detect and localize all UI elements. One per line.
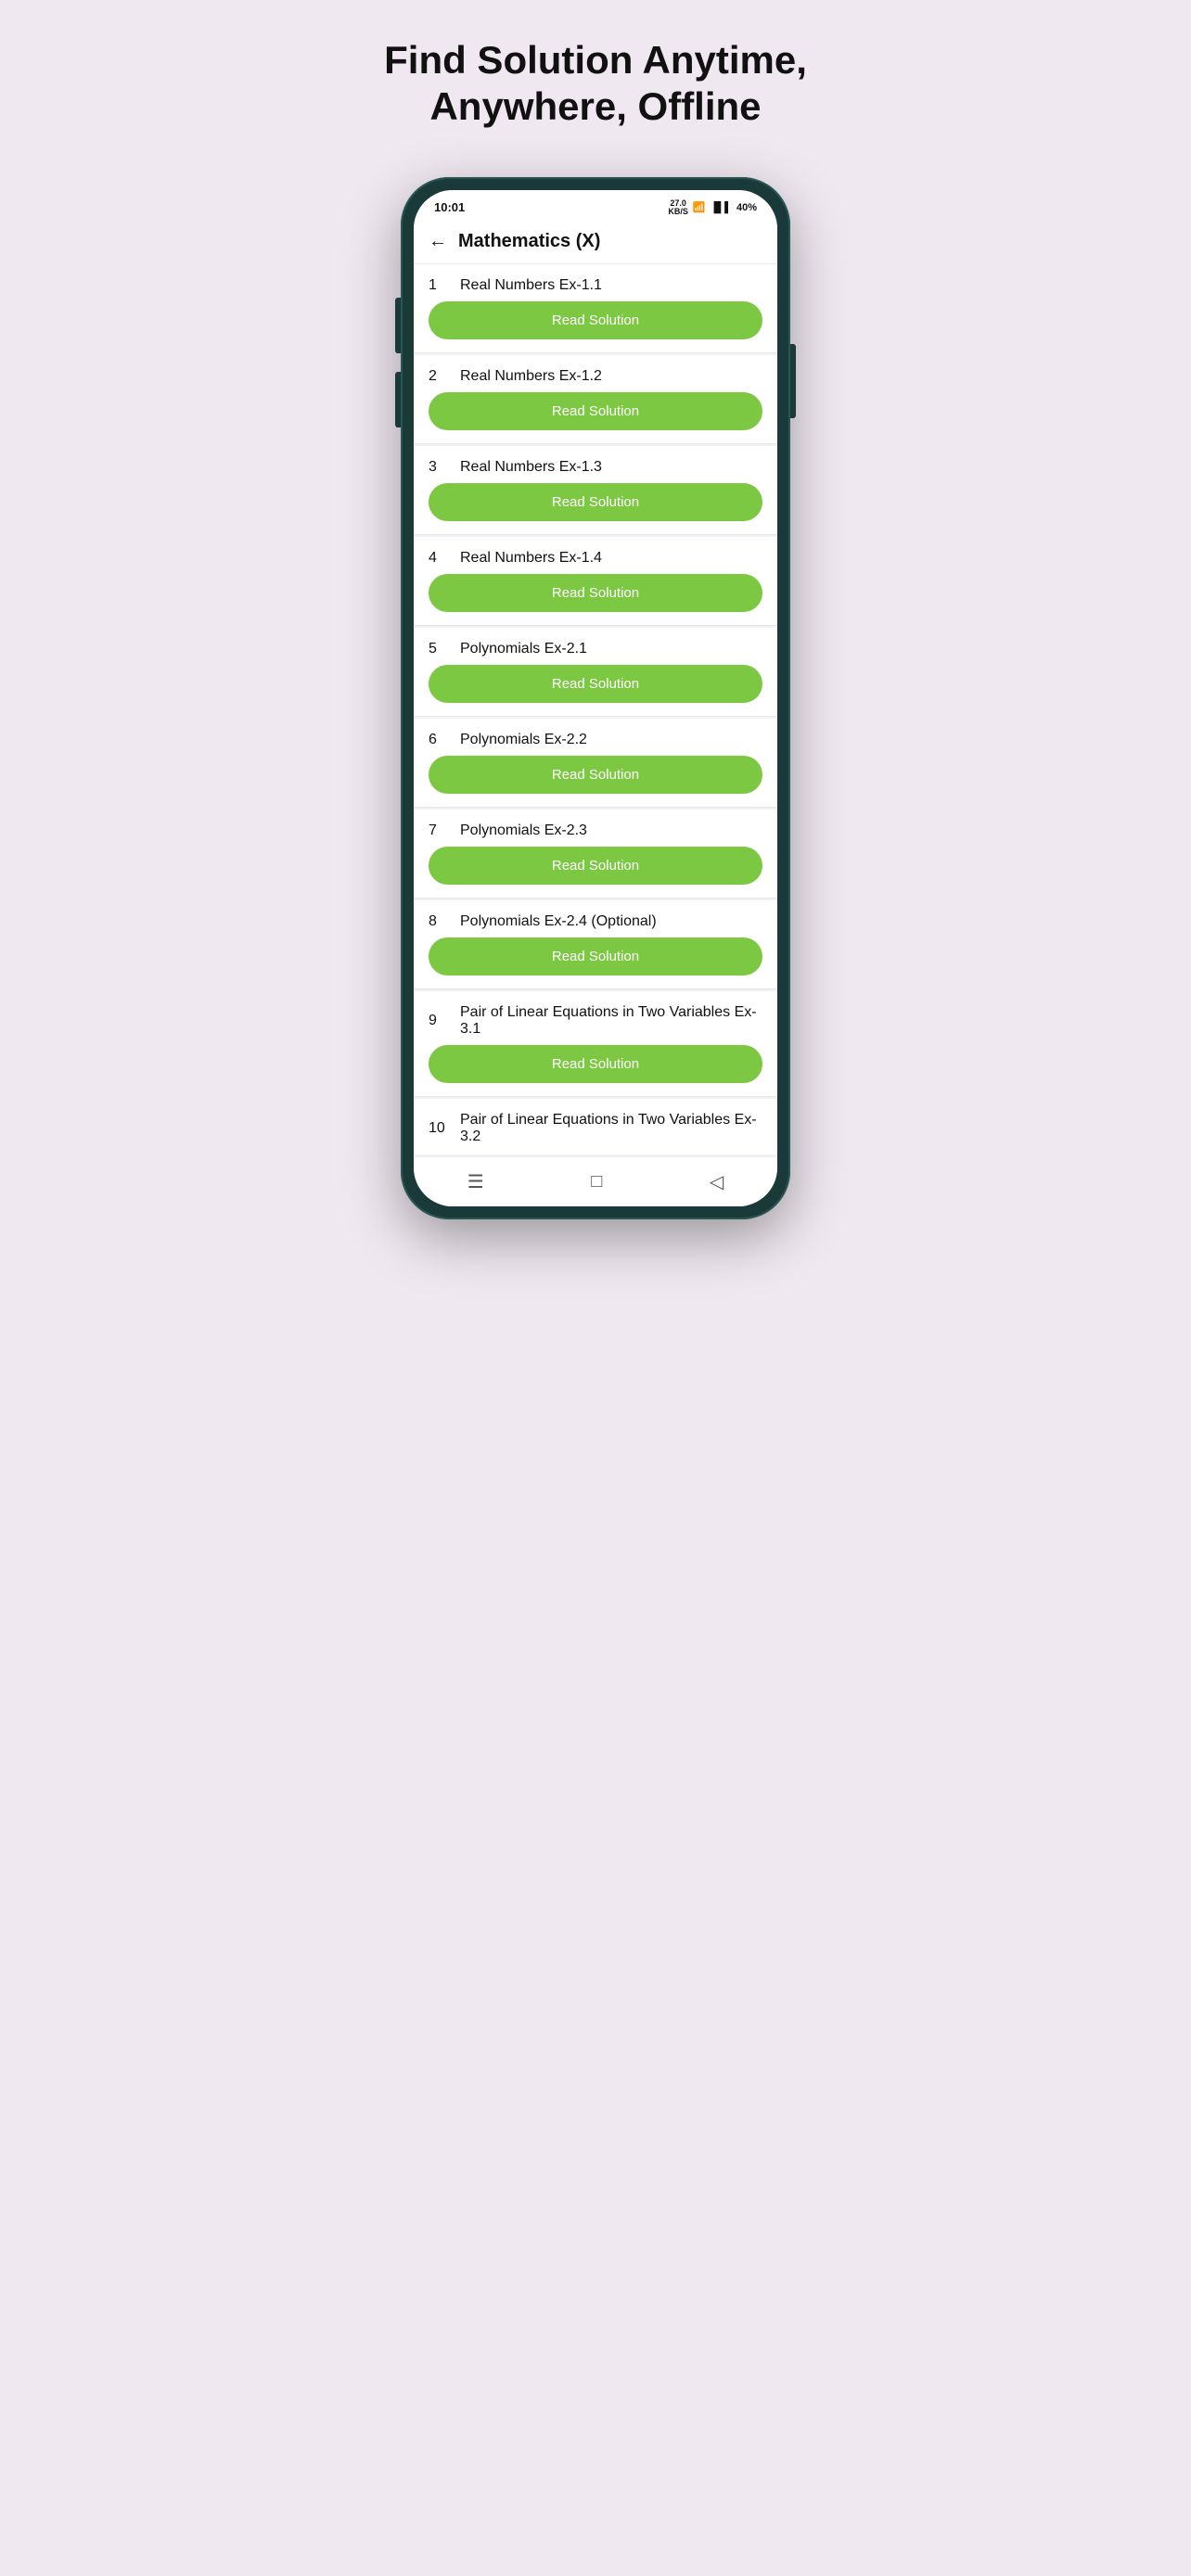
wifi-icon: 📶	[693, 201, 706, 213]
screen-title: Mathematics (X)	[458, 231, 600, 252]
item-header: 9 Pair of Linear Equations in Two Variabl…	[414, 991, 777, 1045]
list-item: 1 Real Numbers Ex-1.1 Read Solution	[414, 264, 777, 353]
back-nav-icon[interactable]: ◁	[710, 1170, 724, 1193]
read-solution-button[interactable]: Read Solution	[429, 756, 762, 794]
item-title: Polynomials Ex-2.1	[460, 641, 587, 657]
home-icon[interactable]: □	[591, 1171, 602, 1192]
item-title: Real Numbers Ex-1.2	[460, 368, 602, 385]
item-number: 6	[429, 732, 447, 748]
item-header: 5 Polynomials Ex-2.1	[414, 628, 777, 665]
item-header: 4 Real Numbers Ex-1.4	[414, 537, 777, 574]
read-solution-button[interactable]: Read Solution	[429, 301, 762, 339]
item-number: 9	[429, 1013, 447, 1029]
battery-label: 40%	[736, 202, 757, 213]
item-title: Polynomials Ex-2.4 (Optional)	[460, 913, 657, 930]
solutions-list: 1 Real Numbers Ex-1.1 Read Solution 2 Real N…	[414, 264, 777, 1156]
app-header: ← Mathematics (X)	[414, 222, 777, 264]
read-solution-button[interactable]: Read Solution	[429, 665, 762, 703]
item-number: 8	[429, 913, 447, 930]
status-time: 10:01	[434, 200, 465, 214]
item-title: Real Numbers Ex-1.4	[460, 550, 602, 567]
page-title: Find Solution Anytime, Anywhere, Offline	[384, 37, 807, 131]
item-number: 7	[429, 823, 447, 839]
item-header: 3 Real Numbers Ex-1.3	[414, 446, 777, 483]
list-item: 2 Real Numbers Ex-1.2 Read Solution	[414, 355, 777, 444]
list-item: 8 Polynomials Ex-2.4 (Optional) Read Solut…	[414, 900, 777, 989]
signal-icon: ▐▌▌	[711, 202, 732, 213]
back-button[interactable]: ←	[429, 231, 447, 252]
list-item: 7 Polynomials Ex-2.3 Read Solution	[414, 810, 777, 899]
status-bar: 10:01 27.0 KB/S 📶 ▐▌▌ 40%	[414, 190, 777, 222]
item-title: Polynomials Ex-2.2	[460, 732, 587, 748]
data-speed: 27.0 KB/S	[668, 199, 688, 216]
item-header: 7 Polynomials Ex-2.3	[414, 810, 777, 847]
list-item: 9 Pair of Linear Equations in Two Variabl…	[414, 991, 777, 1097]
item-number: 5	[429, 641, 447, 657]
item-number: 4	[429, 550, 447, 567]
menu-icon[interactable]: ☰	[467, 1170, 484, 1193]
list-item: 4 Real Numbers Ex-1.4 Read Solution	[414, 537, 777, 626]
item-header: 2 Real Numbers Ex-1.2	[414, 355, 777, 392]
read-solution-button[interactable]: Read Solution	[429, 483, 762, 521]
nav-bar: ☰ □ ◁	[414, 1156, 777, 1206]
item-header: 10 Pair of Linear Equations in Two Variab…	[414, 1099, 777, 1154]
item-number: 1	[429, 277, 447, 294]
item-title: Pair of Linear Equations in Two Variable…	[460, 1112, 762, 1145]
read-solution-button[interactable]: Read Solution	[429, 847, 762, 885]
item-number: 10	[429, 1120, 447, 1137]
status-icons: 27.0 KB/S 📶 ▐▌▌ 40%	[668, 199, 757, 216]
list-item: 6 Polynomials Ex-2.2 Read Solution	[414, 719, 777, 808]
phone-frame: 10:01 27.0 KB/S 📶 ▐▌▌ 40% ← Mathematics …	[401, 177, 790, 1219]
item-title: Real Numbers Ex-1.3	[460, 459, 602, 476]
item-title: Pair of Linear Equations in Two Variable…	[460, 1004, 762, 1038]
read-solution-button[interactable]: Read Solution	[429, 574, 762, 612]
item-header: 8 Polynomials Ex-2.4 (Optional)	[414, 900, 777, 937]
item-header: 6 Polynomials Ex-2.2	[414, 719, 777, 756]
read-solution-button[interactable]: Read Solution	[429, 392, 762, 430]
list-item: 10 Pair of Linear Equations in Two Variab…	[414, 1099, 777, 1154]
item-title: Polynomials Ex-2.3	[460, 823, 587, 839]
list-item: 5 Polynomials Ex-2.1 Read Solution	[414, 628, 777, 717]
item-number: 2	[429, 368, 447, 385]
phone-screen: 10:01 27.0 KB/S 📶 ▐▌▌ 40% ← Mathematics …	[414, 190, 777, 1206]
item-header: 1 Real Numbers Ex-1.1	[414, 264, 777, 301]
read-solution-button[interactable]: Read Solution	[429, 937, 762, 976]
list-item: 3 Real Numbers Ex-1.3 Read Solution	[414, 446, 777, 535]
read-solution-button[interactable]: Read Solution	[429, 1045, 762, 1083]
item-title: Real Numbers Ex-1.1	[460, 277, 602, 294]
item-number: 3	[429, 459, 447, 476]
